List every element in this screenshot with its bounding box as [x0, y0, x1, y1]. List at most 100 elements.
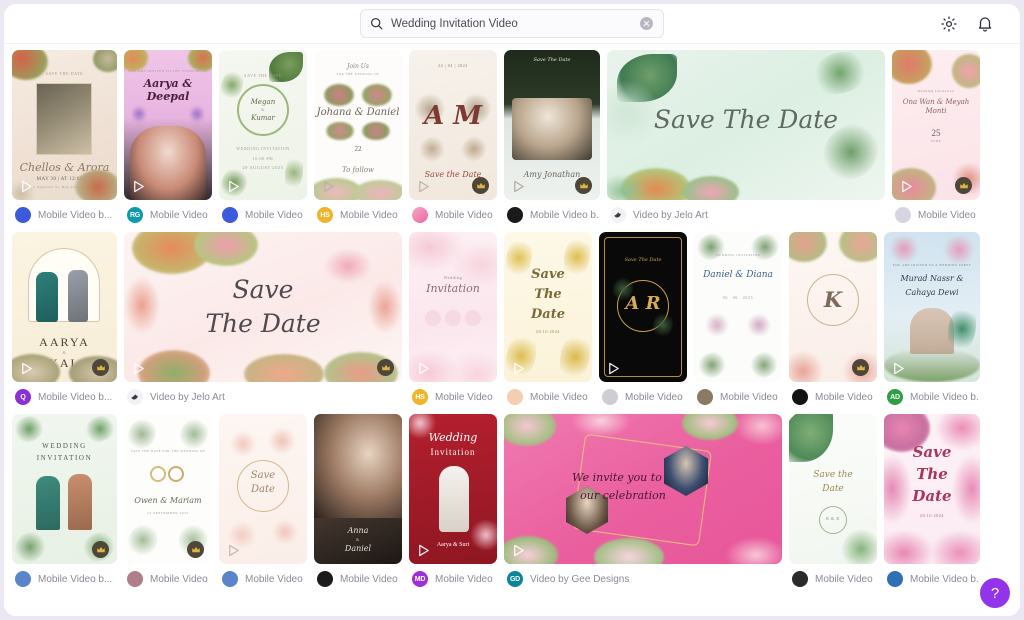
card-line: YOU ARE INVITED TO THE WEDDING OF — [127, 69, 209, 73]
play-icon[interactable] — [606, 361, 621, 376]
video-card[interactable]: Save the Date B & D Mobile Video b... — [789, 414, 877, 596]
video-thumbnail[interactable]: Wedding Invitation — [409, 232, 497, 382]
video-thumbnail[interactable]: YOU ARE INVITED TO A WEDDING PARTY Murad… — [884, 232, 980, 382]
avatar — [127, 389, 143, 405]
video-thumbnail[interactable]: Save The Date Amy Jonathan — [504, 50, 600, 200]
video-card[interactable]: WEDDING INVITATION Mobile Video b... — [12, 414, 117, 596]
card-line: The Date — [205, 309, 321, 338]
video-thumbnail[interactable]: Save The Date 20.10.2024 — [504, 232, 592, 382]
video-thumbnail[interactable]: WEDDING INVITATION — [12, 414, 117, 564]
bell-icon[interactable] — [976, 15, 994, 33]
crown-badge-icon — [955, 177, 972, 194]
video-card[interactable]: YOU ARE INVITED TO A WEDDING PARTY Murad… — [884, 232, 980, 414]
play-icon[interactable] — [321, 179, 336, 194]
search-input[interactable] — [391, 17, 640, 30]
video-card[interactable]: Wedding Invitation Aarya & Suri MD Mobil… — [409, 414, 497, 596]
video-card[interactable]: YOU ARE INVITED TO THE WEDDING OF Aarya … — [124, 50, 212, 232]
card-caption: Mobile Video b... — [409, 200, 497, 232]
crown-badge-icon — [377, 359, 394, 376]
card-caption: Mobile Video b... — [789, 382, 877, 414]
card-line: Save The Date — [624, 257, 662, 263]
card-artwork: Wedding Invitation — [409, 232, 497, 382]
video-card[interactable]: K Mobile Video b... — [789, 232, 877, 414]
play-icon[interactable] — [416, 179, 431, 194]
video-thumbnail[interactable]: Wedding Invitation Ona Wan & Meyah Monti… — [892, 50, 980, 200]
video-card[interactable]: Save The Date A R Mobile Video b... — [599, 232, 687, 414]
card-line: Owen & Mariam — [134, 496, 202, 505]
video-thumbnail[interactable]: Save Date — [219, 414, 307, 564]
video-card[interactable]: Save The Date Video by Jelo Art — [124, 232, 402, 414]
card-line: Save — [232, 275, 294, 304]
card-caption: Mobile Video b... — [884, 564, 980, 596]
card-caption: MD Mobile Video b... — [409, 564, 497, 596]
video-thumbnail[interactable]: K — [789, 232, 877, 382]
video-thumbnail[interactable]: Save the Date B & D — [789, 414, 877, 564]
video-thumbnail[interactable]: WEDDING INVITATION Daniel & Diana 06 . 0… — [694, 232, 782, 382]
card-line: To follow — [341, 166, 375, 174]
video-card[interactable]: Save The Date Amy Jonathan Mobile Video … — [504, 50, 600, 232]
play-icon[interactable] — [511, 179, 526, 194]
card-line: 20.10.2024 — [920, 513, 944, 518]
card-line: B & D — [826, 516, 840, 521]
card-line: WEDDING INVITATION — [236, 146, 290, 151]
avatar — [15, 571, 31, 587]
play-icon[interactable] — [19, 361, 34, 376]
card-line: AARYA — [39, 335, 90, 349]
play-icon[interactable] — [131, 361, 146, 376]
clear-search-icon[interactable] — [640, 17, 653, 30]
video-thumbnail[interactable]: SAVE THE DATE Chellos & Arora MAY 30 | A… — [12, 50, 117, 200]
play-icon[interactable] — [226, 543, 241, 558]
play-icon[interactable] — [416, 361, 431, 376]
video-thumbnail[interactable]: Anna & Daniel — [314, 414, 402, 564]
video-thumbnail[interactable]: Join Us FOR THE WEDDING OF Johana & Dani… — [314, 50, 402, 200]
card-line: Date — [251, 484, 275, 495]
card-caption: Q Mobile Video b... — [12, 382, 117, 414]
video-card[interactable]: SAVE THE DATE Megan & Kumar WEDDING INVI… — [219, 50, 307, 232]
video-card[interactable]: SAVE THE DATE Chellos & Arora MAY 30 | A… — [12, 50, 117, 232]
play-icon[interactable] — [899, 179, 914, 194]
video-card[interactable]: Save Date Mobile Video b... — [219, 414, 307, 596]
crown-badge-icon — [852, 359, 869, 376]
gear-icon[interactable] — [940, 15, 958, 33]
video-thumbnail[interactable]: Save The Date — [124, 232, 402, 382]
avatar: MD — [412, 571, 428, 587]
video-thumbnail[interactable]: We invite you to our celebration — [504, 414, 782, 564]
video-thumbnail[interactable]: YOU ARE INVITED TO THE WEDDING OF Aarya … — [124, 50, 212, 200]
video-card[interactable]: Wedding Invitation HS Mobile Video b... — [409, 232, 497, 414]
card-caption-text: Mobile Video b... — [435, 573, 495, 585]
video-card[interactable]: Wedding Invitation Ona Wan & Meyah Monti… — [892, 50, 980, 232]
video-thumbnail[interactable]: Save The Date 20.10.2024 — [884, 414, 980, 564]
card-line: Aarya & Deepal — [143, 77, 193, 103]
search-bar[interactable] — [360, 9, 664, 38]
play-icon[interactable] — [891, 361, 906, 376]
help-button[interactable]: ? — [980, 578, 1010, 608]
avatar — [887, 571, 903, 587]
video-thumbnail[interactable]: Save The Date — [607, 50, 885, 200]
play-icon[interactable] — [19, 179, 34, 194]
avatar — [317, 571, 333, 587]
play-icon[interactable] — [226, 179, 241, 194]
video-thumbnail[interactable]: SAVE THE DATE Megan & Kumar WEDDING INVI… — [219, 50, 307, 200]
video-thumbnail[interactable]: AARYA & KAL — [12, 232, 117, 382]
video-card[interactable]: Save The Date 20.10.2024 Mobile Video b.… — [884, 414, 980, 596]
card-line: The — [534, 287, 562, 302]
video-card[interactable]: We invite you to our celebration GD Vide… — [504, 414, 782, 596]
video-card[interactable]: Join Us FOR THE WEDDING OF Johana & Dani… — [314, 50, 402, 232]
video-card[interactable]: Save The Date 20.10.2024 Mobile Video b.… — [504, 232, 592, 414]
video-card[interactable]: Anna & Daniel Mobile Video b... — [314, 414, 402, 596]
video-thumbnail[interactable]: Save The Date A R — [599, 232, 687, 382]
video-thumbnail[interactable]: SAVE THE DATE FOR THE WEDDING OF Owen & … — [124, 414, 212, 564]
card-artwork: Join Us FOR THE WEDDING OF Johana & Dani… — [314, 50, 402, 200]
play-icon[interactable] — [511, 361, 526, 376]
play-icon[interactable] — [416, 543, 431, 558]
video-thumbnail[interactable]: Wedding Invitation Aarya & Suri — [409, 414, 497, 564]
video-card[interactable]: SAVE THE DATE FOR THE WEDDING OF Owen & … — [124, 414, 212, 596]
video-card[interactable]: 24 | 04 | 2024 A M Save the Date Mobile … — [409, 50, 497, 232]
play-icon[interactable] — [511, 543, 526, 558]
video-thumbnail[interactable]: 24 | 04 | 2024 A M Save the Date — [409, 50, 497, 200]
video-card[interactable]: AARYA & KAL Q Mobile Video b... — [12, 232, 117, 414]
video-card[interactable]: WEDDING INVITATION Daniel & Diana 06 . 0… — [694, 232, 782, 414]
video-card[interactable]: Save The Date Video by Jelo Art — [607, 50, 885, 232]
card-line: SAVE THE DATE — [152, 94, 184, 98]
play-icon[interactable] — [131, 179, 146, 194]
